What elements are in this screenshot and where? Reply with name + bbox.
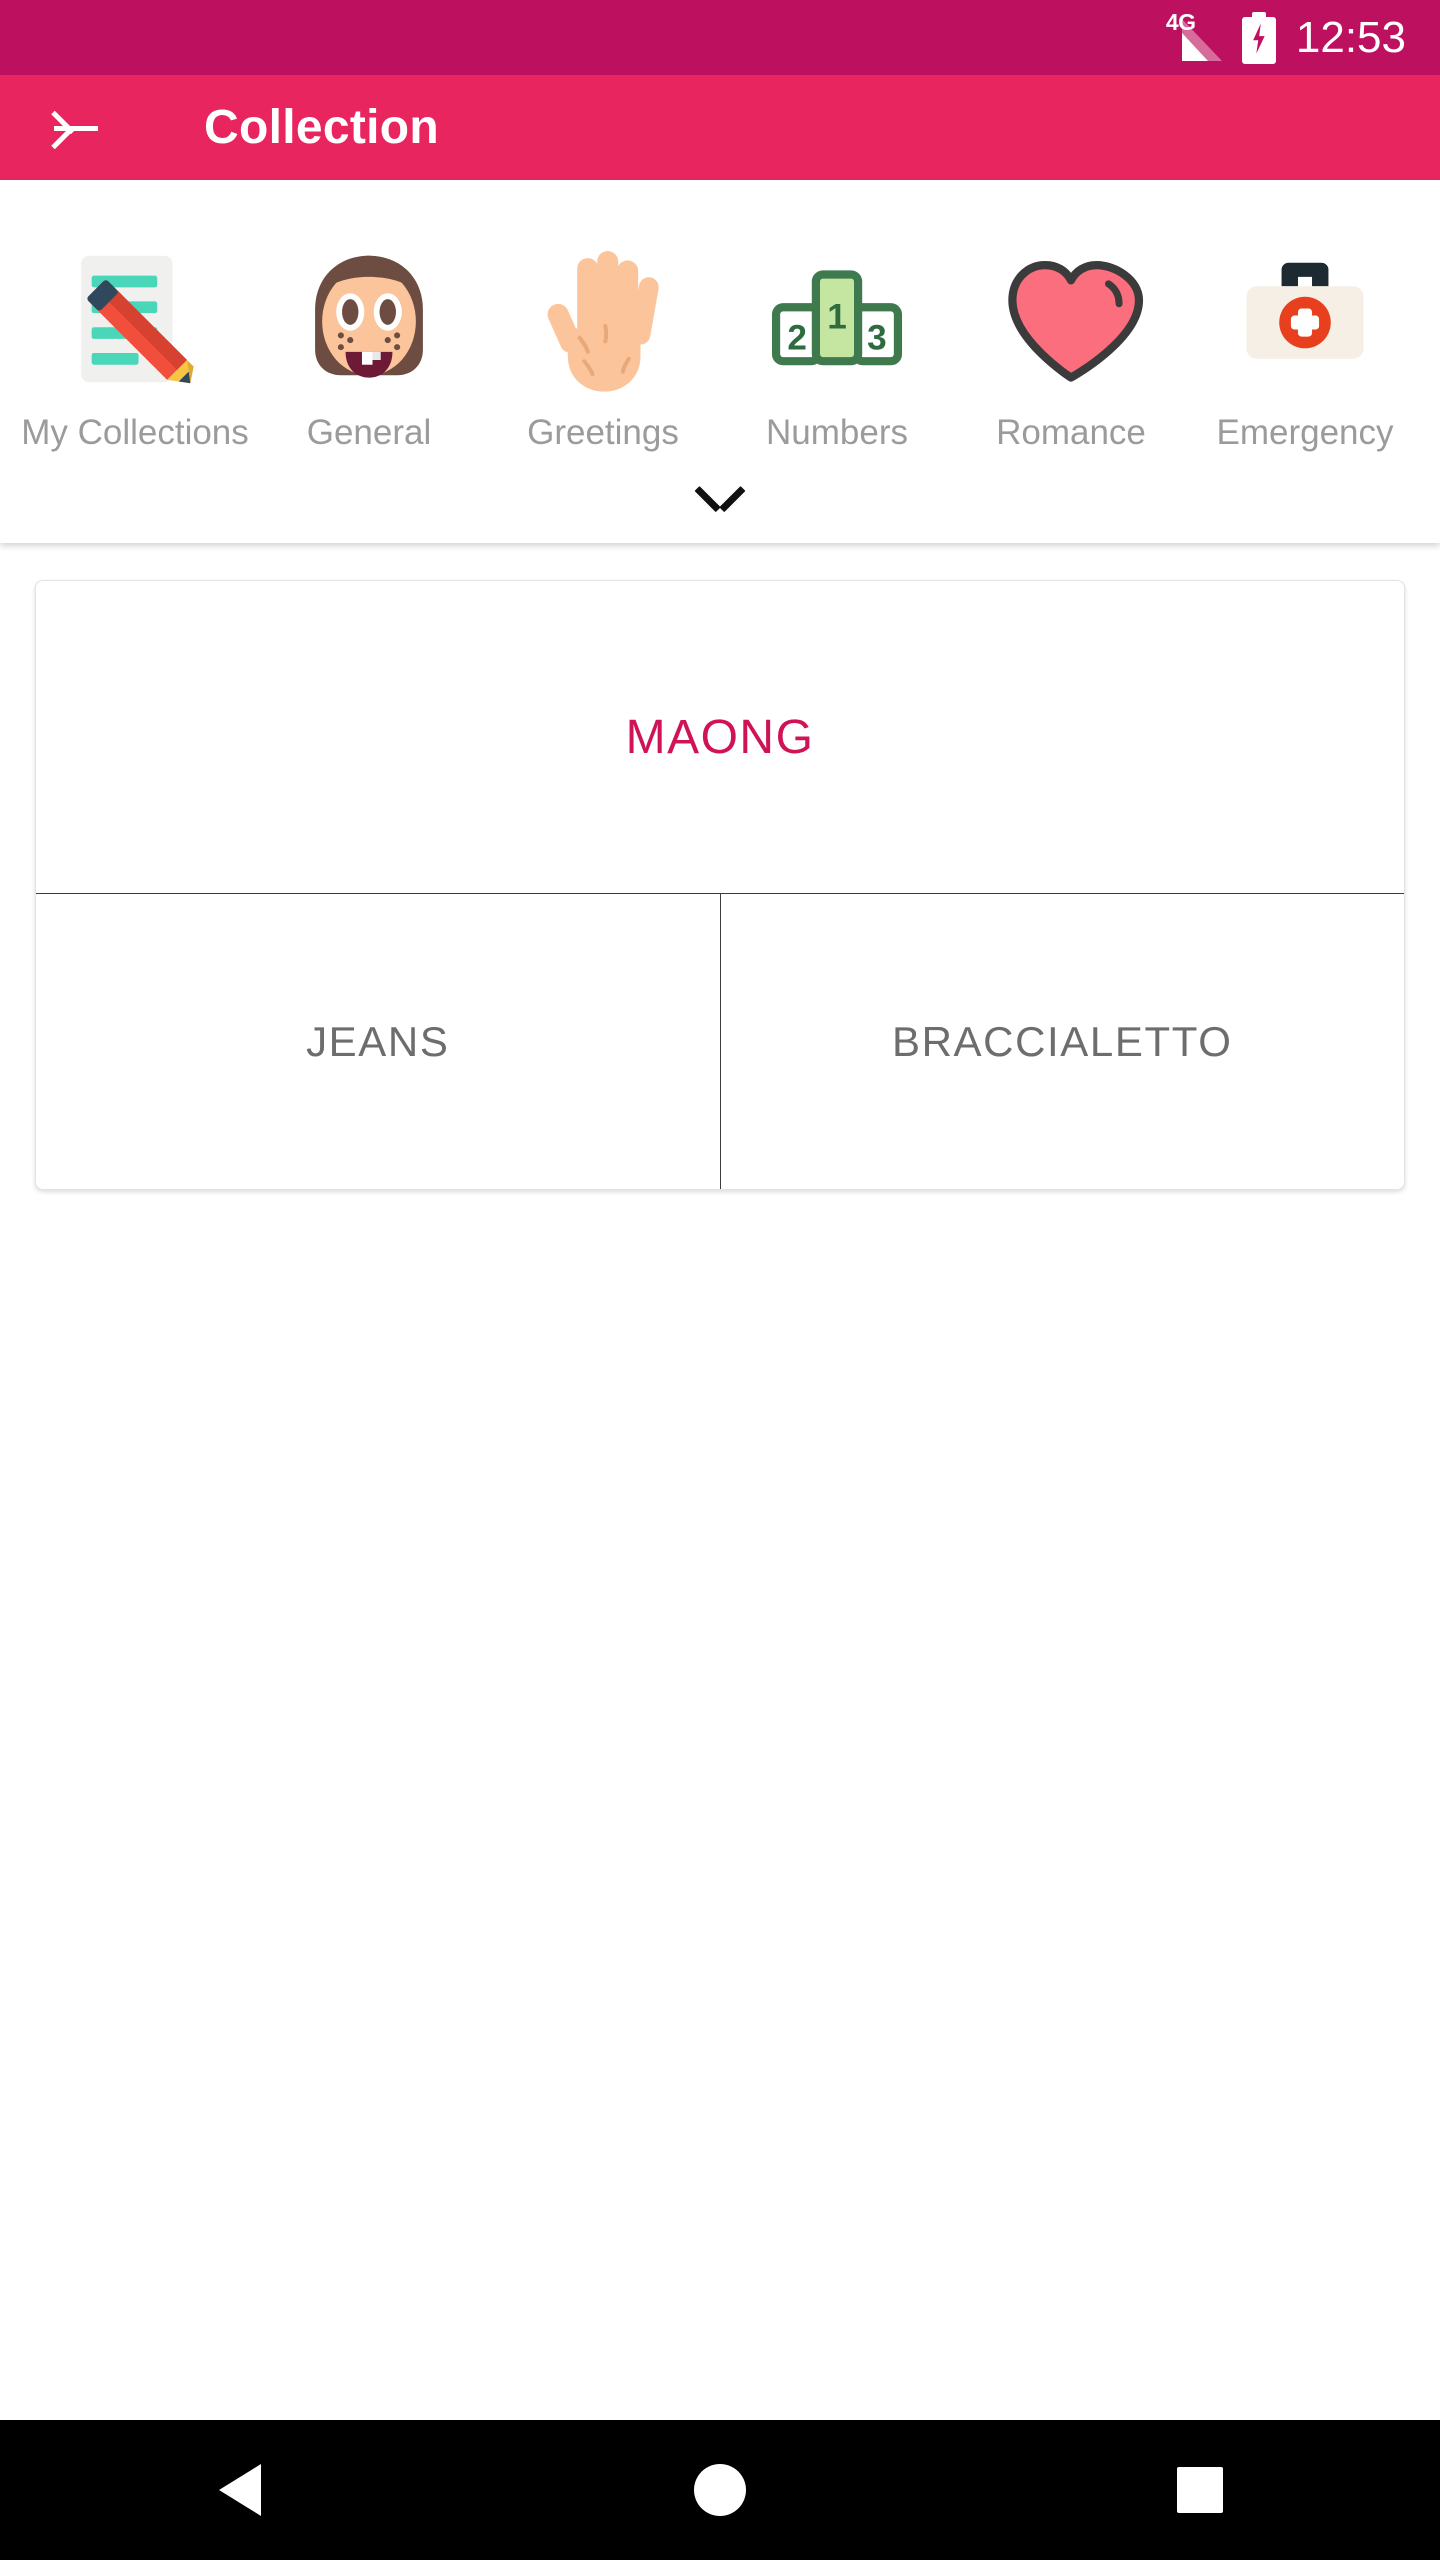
chevron-down-icon xyxy=(694,475,746,521)
svg-text:2: 2 xyxy=(787,318,807,357)
nav-back-button[interactable] xyxy=(180,2430,300,2550)
translation-text: BRACCIALETTO xyxy=(892,1017,1233,1065)
expand-categories-button[interactable] xyxy=(0,453,1440,543)
nav-back-triangle-icon xyxy=(219,2464,261,2516)
first-aid-kit-emoji xyxy=(1225,234,1385,404)
category-label: Romance xyxy=(996,413,1146,452)
page-title: Collection xyxy=(204,101,440,154)
memo-emoji xyxy=(55,234,215,404)
arrow-back-icon[interactable] xyxy=(48,100,104,156)
category-item-general[interactable]: General xyxy=(252,186,486,453)
translation-cell[interactable]: BRACCIALETTO xyxy=(719,894,1405,1190)
nav-recents-square-icon xyxy=(1177,2467,1223,2513)
network-type-label: 4G xyxy=(1165,8,1196,35)
category-item-my-collections[interactable]: My Collections xyxy=(18,186,252,453)
category-item-romance[interactable]: Romance xyxy=(954,186,1188,453)
translations-row: JEANS BRACCIALETTO xyxy=(36,893,1405,1190)
translation-text: JEANS xyxy=(306,1017,450,1065)
category-item-emergency[interactable]: Emergency xyxy=(1188,186,1422,453)
raised-hand-emoji xyxy=(523,234,683,404)
svg-text:3: 3 xyxy=(867,318,887,357)
nav-home-button[interactable] xyxy=(660,2430,780,2550)
category-label: My Collections xyxy=(21,413,249,452)
podium-emoji: 2 1 3 xyxy=(757,234,917,404)
status-bar-clock: 12:53 xyxy=(1295,12,1406,62)
word-card: MAONG JEANS BRACCIALETTO xyxy=(35,580,1405,1191)
category-row: My Collections General Greetings 2 1 3 N… xyxy=(0,186,1440,453)
heart-emoji xyxy=(991,234,1151,404)
nav-home-circle-icon xyxy=(694,2464,746,2516)
signal-bars-icon: 4G xyxy=(1166,10,1222,61)
content-area: MAONG JEANS BRACCIALETTO xyxy=(0,543,1440,2284)
android-navigation-bar xyxy=(0,2420,1440,2560)
svg-text:1: 1 xyxy=(827,297,847,336)
battery-charging-icon xyxy=(1241,11,1276,64)
category-item-greetings[interactable]: Greetings xyxy=(486,186,720,453)
category-label: Emergency xyxy=(1216,413,1394,452)
headword-cell[interactable]: MAONG xyxy=(36,581,1404,893)
girl-face-emoji xyxy=(289,234,449,404)
category-label: Numbers xyxy=(766,413,908,452)
category-label: General xyxy=(306,413,432,452)
category-panel: My Collections General Greetings 2 1 3 N… xyxy=(0,180,1440,544)
nav-recents-button[interactable] xyxy=(1140,2430,1260,2550)
headword-text: MAONG xyxy=(625,710,815,764)
app-bar: Collection xyxy=(0,75,1440,180)
status-bar: 4G 12:53 xyxy=(0,0,1440,75)
category-item-numbers[interactable]: 2 1 3 Numbers xyxy=(720,186,954,453)
category-label: Greetings xyxy=(527,413,679,452)
translation-cell[interactable]: JEANS xyxy=(36,894,720,1189)
